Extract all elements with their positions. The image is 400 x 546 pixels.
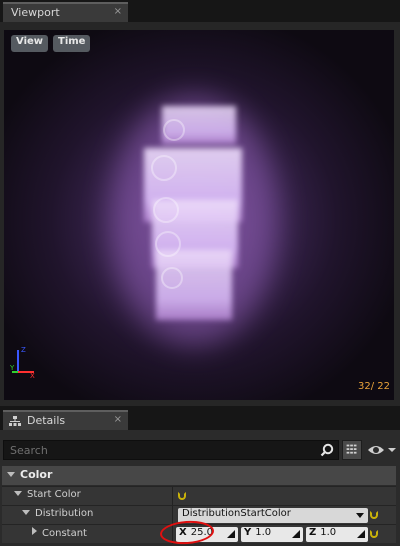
expand-arrow-icon[interactable] (14, 491, 22, 496)
property-row-start-color: Start Color (2, 486, 396, 506)
view-button[interactable]: View (11, 35, 49, 52)
distribution-value: DistributionStartColor (182, 508, 291, 519)
property-matrix-button[interactable] (342, 440, 362, 460)
column-divider[interactable] (172, 487, 173, 506)
tab-details-label: Details (27, 414, 66, 427)
constant-label[interactable]: Constant (32, 527, 87, 539)
tab-details[interactable]: Details × (3, 410, 128, 430)
drag-spin-icon[interactable] (227, 530, 235, 538)
z-value: 1.0 (320, 527, 337, 538)
viewport-panel: View Time Z Y X 32/ 22 (0, 22, 400, 406)
expand-arrow-icon[interactable] (22, 510, 30, 515)
search-input[interactable]: Search (3, 440, 339, 460)
reset-to-default-icon[interactable] (370, 511, 378, 519)
distribution-label[interactable]: Distribution (22, 508, 93, 519)
constant-y-field[interactable]: Y 1.0 (241, 527, 303, 542)
expand-arrow-icon[interactable] (32, 527, 37, 535)
category-label: Color (20, 468, 53, 481)
tab-viewport-label: Viewport (11, 6, 60, 19)
category-color[interactable]: Color (2, 466, 396, 485)
details-panel: Search Color Start Color Distribution Di… (0, 430, 400, 546)
chevron-down-icon (356, 513, 364, 518)
close-icon[interactable]: × (114, 414, 122, 425)
column-divider[interactable] (172, 506, 173, 525)
eye-icon[interactable] (366, 442, 396, 458)
constant-z-field[interactable]: Z 1.0 (306, 527, 368, 542)
y-value: 1.0 (255, 527, 272, 538)
axis-y-label: Y (10, 364, 15, 372)
distribution-dropdown[interactable]: DistributionStartColor (178, 508, 368, 523)
z-axis-label: Z (309, 527, 317, 538)
viewport-canvas[interactable]: View Time Z Y X 32/ 22 (4, 30, 394, 400)
grid-icon (346, 444, 357, 454)
collapse-arrow-icon[interactable] (7, 472, 15, 477)
reset-to-default-icon[interactable] (370, 530, 378, 538)
viewport-tab-bar: Viewport × (0, 0, 400, 22)
axis-gizmo-icon: Z Y X (10, 346, 35, 378)
close-icon[interactable]: × (114, 6, 122, 17)
reset-to-default-icon[interactable] (178, 492, 186, 500)
details-hierarchy-icon (9, 416, 21, 426)
start-color-label[interactable]: Start Color (14, 489, 81, 500)
drag-spin-icon[interactable] (357, 530, 365, 538)
search-row: Search (0, 440, 400, 462)
time-button[interactable]: Time (53, 35, 91, 52)
search-placeholder: Search (10, 444, 48, 457)
drag-spin-icon[interactable] (292, 530, 300, 538)
axis-x-label: X (30, 372, 35, 378)
frame-counter: 32/ 22 (358, 381, 390, 392)
particle-emitter-preview (109, 95, 279, 345)
tab-viewport[interactable]: Viewport × (3, 2, 128, 22)
details-tab-bar: Details × (0, 406, 400, 430)
axis-z-label: Z (21, 346, 26, 354)
search-icon[interactable] (320, 443, 334, 457)
y-axis-label: Y (244, 527, 252, 538)
